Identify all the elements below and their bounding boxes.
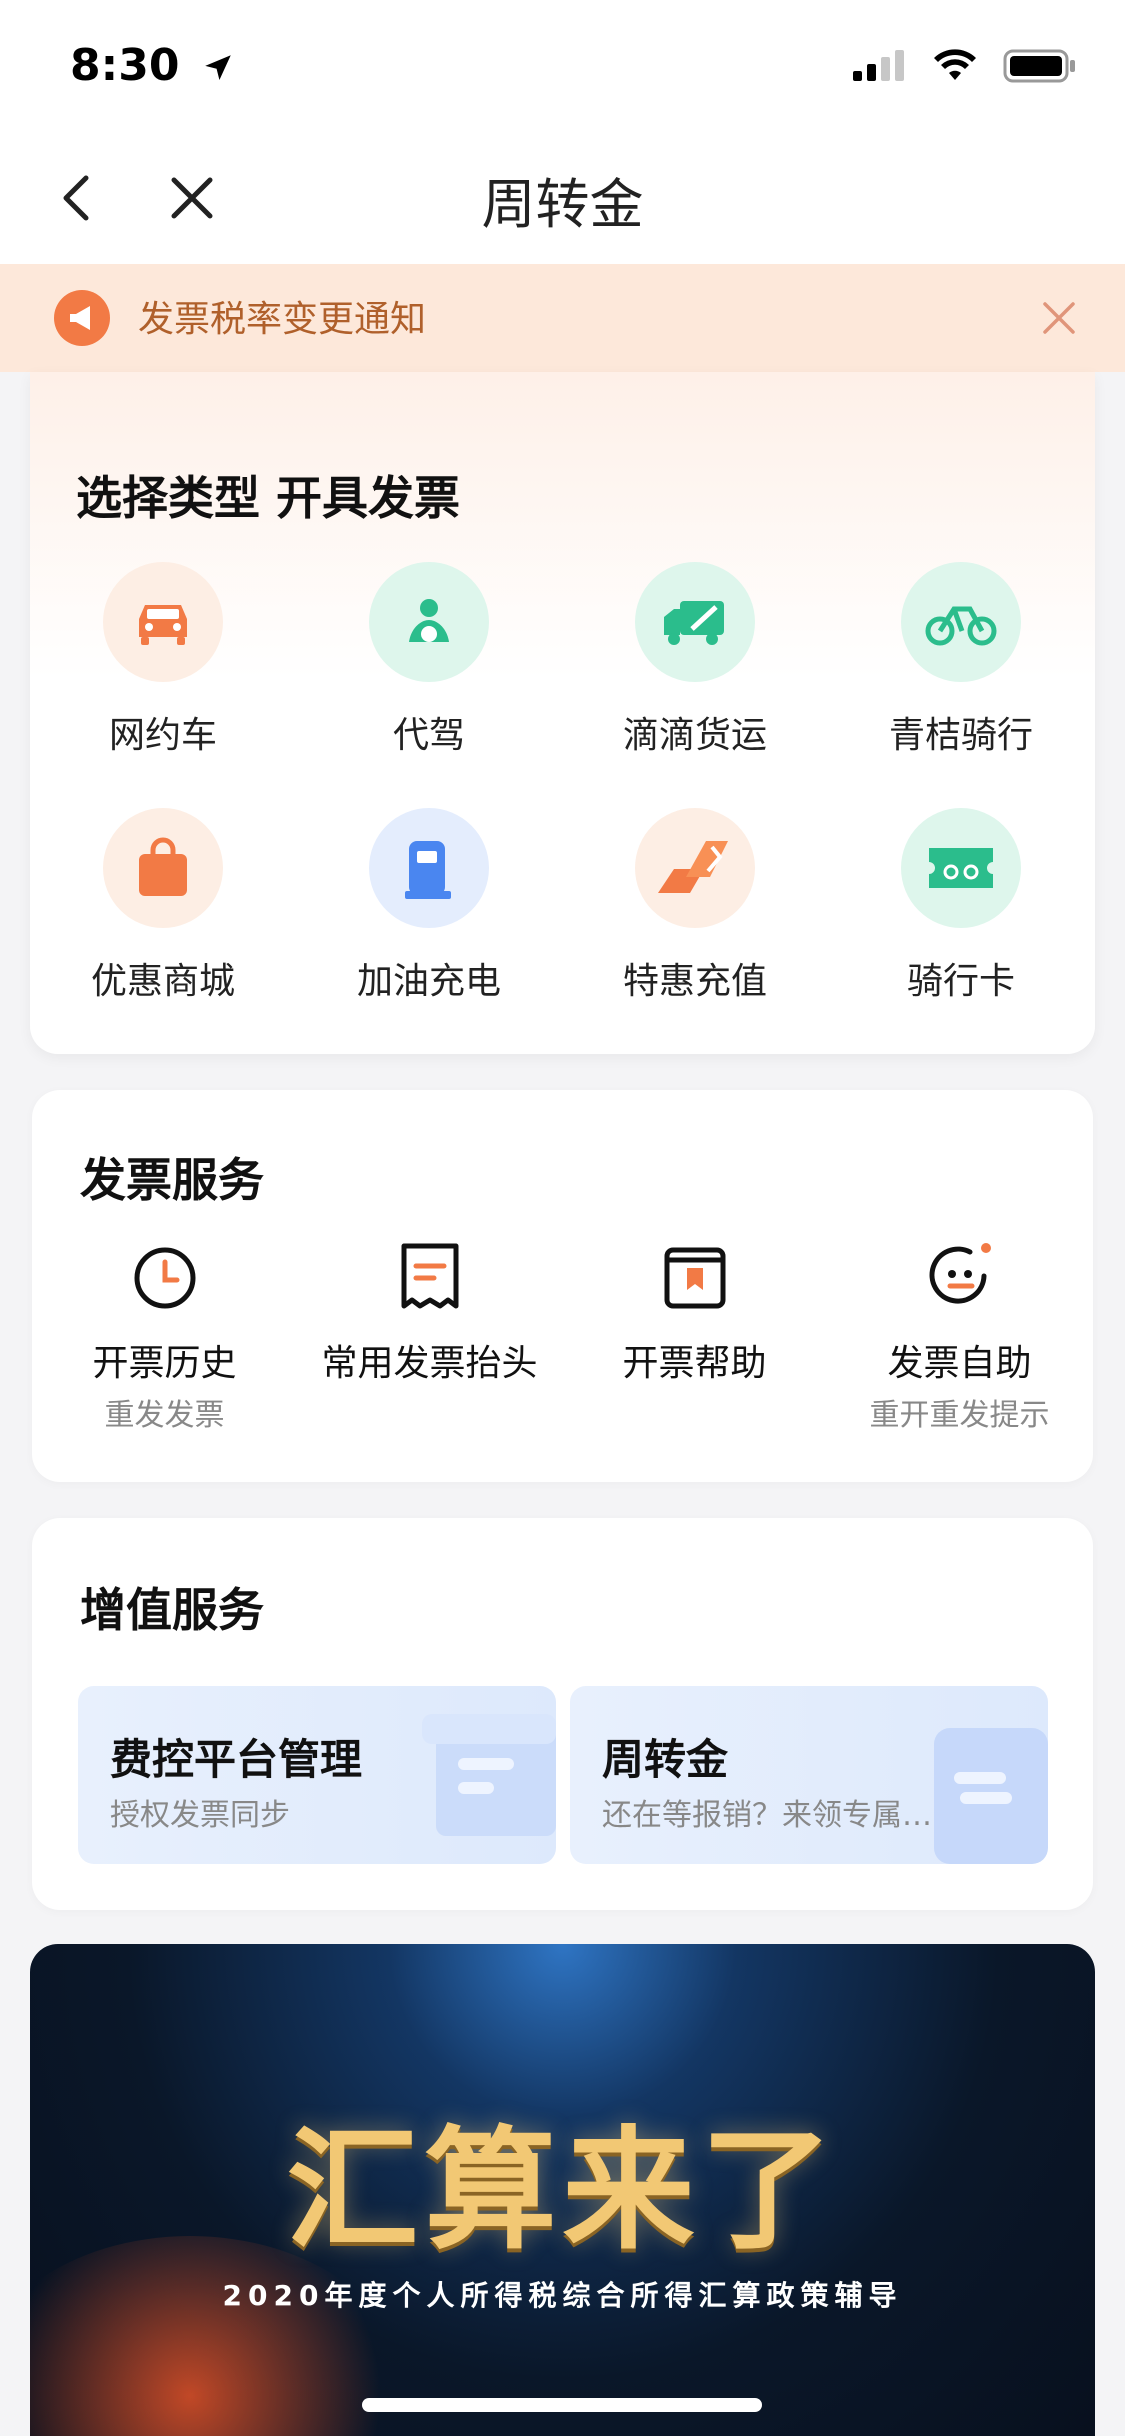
home-indicator bbox=[362, 2398, 762, 2412]
capital-decor-icon bbox=[934, 1728, 1048, 1864]
shopping-bag-icon bbox=[103, 808, 223, 928]
invoice-type-title: 选择类型 开具发票 bbox=[76, 471, 461, 525]
clock-icon bbox=[134, 1247, 195, 1309]
service-sub: 重开重发提示 bbox=[869, 1398, 1050, 1433]
type-label: 骑行卡 bbox=[906, 961, 1015, 1002]
promo-banner[interactable]: 汇算来了 2020年度个人所得税综合所得汇算政策辅导 bbox=[30, 1944, 1095, 2436]
driver-icon bbox=[369, 562, 489, 682]
type-label: 优惠商城 bbox=[90, 961, 235, 1002]
nav-bar: 周转金 bbox=[0, 132, 1125, 264]
status-time-text: 8:30 bbox=[70, 40, 180, 91]
value-item-title: 周转金 bbox=[602, 1735, 729, 1784]
type-item-recharge[interactable]: 特惠充值 bbox=[562, 808, 828, 1004]
truck-icon bbox=[635, 562, 755, 682]
fuel-pump-icon bbox=[369, 808, 489, 928]
banner-subtitle: 2020年度个人所得税综合所得汇算政策辅导 bbox=[222, 2279, 903, 2312]
status-bar: 8:30 bbox=[0, 0, 1125, 132]
type-label: 加油充电 bbox=[356, 961, 501, 1002]
type-label: 代驾 bbox=[392, 715, 465, 756]
notice-banner[interactable]: 发票税率变更通知 bbox=[0, 264, 1125, 372]
type-item-designated-driver[interactable]: 代驾 bbox=[296, 562, 562, 758]
type-label: 青桔骑行 bbox=[888, 715, 1033, 756]
status-icons bbox=[851, 48, 1077, 84]
service-sub: 重发发票 bbox=[104, 1398, 225, 1433]
battery-icon bbox=[1003, 49, 1075, 83]
service-label: 开票帮助 bbox=[622, 1343, 767, 1384]
notice-text: 发票税率变更通知 bbox=[138, 299, 427, 340]
page-title: 周转金 bbox=[481, 173, 644, 236]
type-label: 特惠充值 bbox=[622, 961, 767, 1002]
service-item-history[interactable]: 开票历史 重发发票 bbox=[32, 1240, 297, 1434]
type-label: 滴滴货运 bbox=[622, 715, 767, 756]
service-label: 开票历史 bbox=[92, 1343, 237, 1384]
value-item-sub: 授权发票同步 bbox=[110, 1798, 290, 1833]
status-time: 8:30 bbox=[70, 40, 235, 91]
service-item-self-service[interactable]: 发票自助 重开重发提示 bbox=[827, 1240, 1092, 1434]
service-item-help[interactable]: 开票帮助 bbox=[562, 1240, 827, 1386]
type-item-bike[interactable]: 青桔骑行 bbox=[828, 562, 1094, 758]
notice-close-icon[interactable] bbox=[1035, 294, 1083, 342]
type-item-ride-hailing[interactable]: 网约车 bbox=[30, 562, 296, 758]
signal-icon bbox=[853, 50, 904, 81]
recharge-icon bbox=[635, 808, 755, 928]
type-item-mall[interactable]: 优惠商城 bbox=[30, 808, 296, 1004]
type-item-fuel[interactable]: 加油充电 bbox=[296, 808, 562, 1004]
service-label: 发票自助 bbox=[887, 1343, 1032, 1384]
ticket-card-icon bbox=[901, 808, 1021, 928]
invoice-type-card: 选择类型 开具发票 网约车 代驾 滴滴货运 青桔骑行 优惠商城 加油充电 特惠充… bbox=[30, 372, 1095, 1054]
car-icon bbox=[103, 562, 223, 682]
type-item-ride-card[interactable]: 骑行卡 bbox=[828, 808, 1094, 1004]
value-item-title: 费控平台管理 bbox=[110, 1735, 363, 1784]
type-item-freight[interactable]: 滴滴货运 bbox=[562, 562, 828, 758]
megaphone-icon bbox=[54, 290, 110, 346]
invoice-service-title: 发票服务 bbox=[80, 1153, 264, 1207]
value-item-sub: 还在等报销？来领专属… bbox=[602, 1798, 932, 1833]
service-label: 常用发票抬头 bbox=[321, 1343, 538, 1384]
robot-assistant-icon bbox=[929, 1243, 991, 1304]
value-item-working-capital[interactable]: 周转金 还在等报销？来领专属… bbox=[570, 1686, 1048, 1864]
service-item-common-title[interactable]: 常用发票抬头 bbox=[297, 1240, 562, 1386]
wifi-icon bbox=[934, 49, 976, 80]
receipt-icon bbox=[401, 1243, 458, 1309]
type-label: 网约车 bbox=[108, 715, 217, 756]
invoice-decor-icon bbox=[422, 1714, 556, 1836]
invoice-service-card: 发票服务 开票历史 重发发票 常用发票抬头 开票帮助 发票自助 重开重发提示 bbox=[32, 1090, 1093, 1482]
value-item-expense-platform[interactable]: 费控平台管理 授权发票同步 bbox=[78, 1686, 556, 1864]
value-service-card: 增值服务 费控平台管理 授权发票同步 周转金 还在等报销？来领专属… bbox=[32, 1518, 1093, 1910]
bike-icon bbox=[901, 562, 1021, 682]
location-arrow-icon bbox=[205, 55, 231, 81]
banner-title: 汇算来了 bbox=[286, 2113, 839, 2268]
value-service-title: 增值服务 bbox=[80, 1583, 264, 1637]
help-book-icon bbox=[664, 1247, 725, 1309]
